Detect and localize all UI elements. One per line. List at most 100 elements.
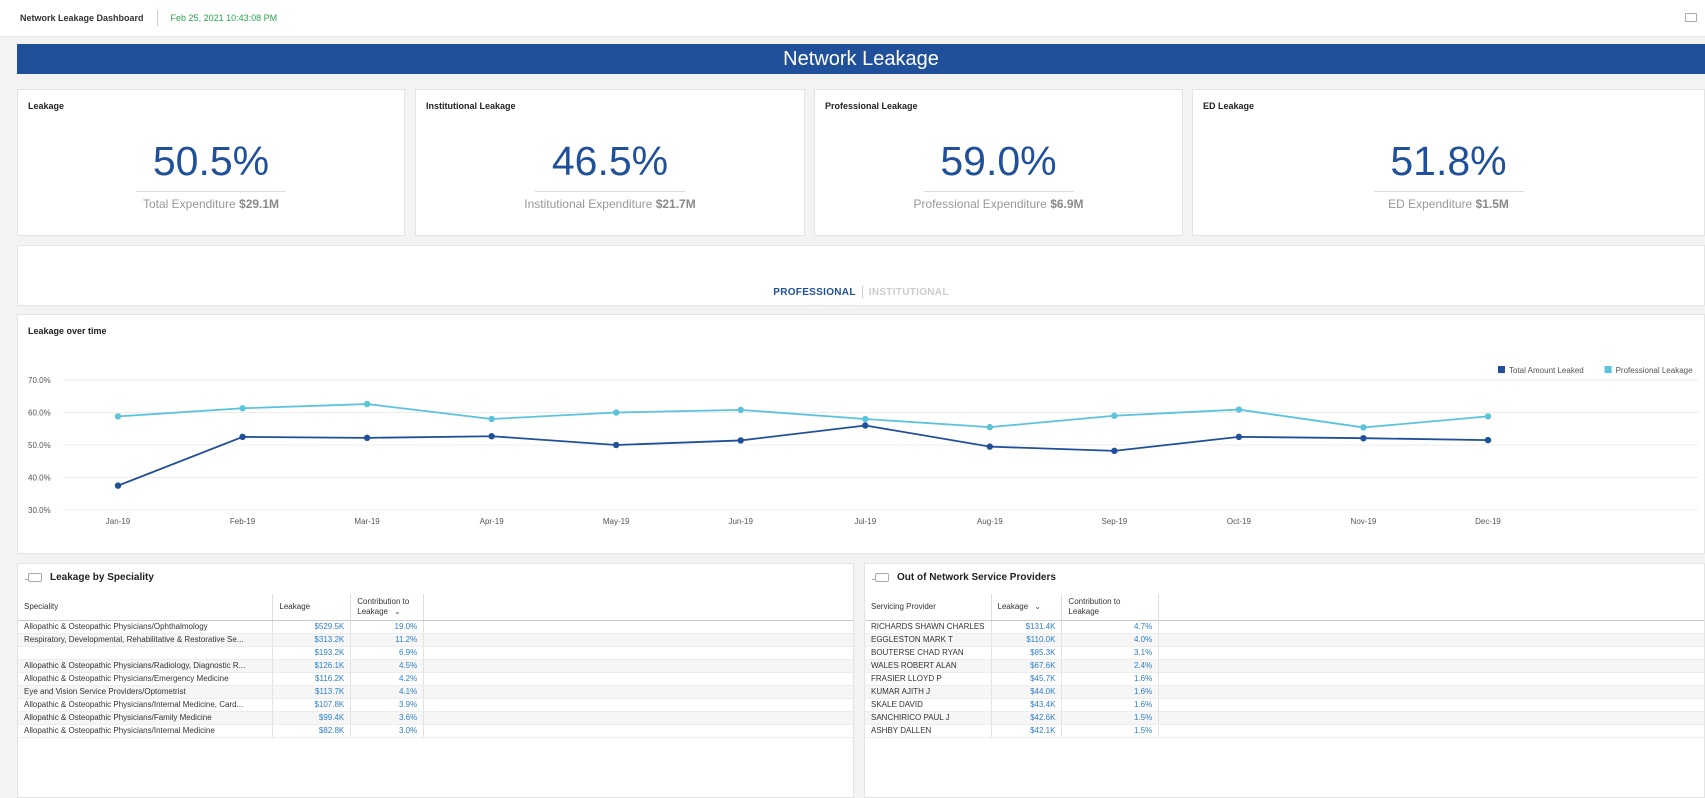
cell-filler (423, 711, 853, 725)
table-row[interactable]: Allopathic & Osteopathic Physicians/Emer… (18, 672, 853, 686)
tab-divider (861, 286, 863, 298)
table-row[interactable]: SKALE DAVID $43.4K 1.6% (865, 698, 1704, 712)
cell-leakage: $193.2K (272, 646, 352, 660)
kpi-subtext: Professional Expenditure $6.9M (815, 197, 1182, 211)
fullscreen-icon[interactable] (1685, 13, 1697, 22)
table-row[interactable]: $193.2K 6.9% (18, 646, 853, 660)
column-header-servicing-provider[interactable]: Servicing Provider (865, 594, 992, 621)
cell-name: Allopathic & Osteopathic Physicians/Opht… (18, 620, 274, 634)
cell-name: Allopathic & Osteopathic Physicians/Fami… (18, 711, 274, 725)
cell-name: Allopathic & Osteopathic Physicians/Emer… (18, 672, 274, 686)
kpi-card-ed: ED Leakage 51.8% ED Expenditure $1.5M (1192, 89, 1705, 236)
kpi-subtext: Institutional Expenditure $21.7M (416, 197, 804, 211)
table-row[interactable]: Allopathic & Osteopathic Physicians/Radi… (18, 659, 853, 673)
cell-filler (423, 724, 853, 738)
cell-leakage: $42.1K (991, 724, 1063, 738)
leakage-over-time-card: Leakage over time 70.0% 60.0% 50.0% 40.0% 30… (17, 314, 1705, 554)
column-header-leakage[interactable]: Leakage ⌄ (991, 594, 1063, 621)
cell-filler (1158, 698, 1704, 712)
table-row[interactable]: RICHARDS SHAWN CHARLES $131.4K 4.7% (865, 620, 1704, 634)
table-row[interactable]: Allopathic & Osteopathic Physicians/Opht… (18, 620, 853, 634)
column-header-speciality[interactable]: Speciality (18, 594, 274, 621)
top-bar: Network Leakage Dashboard Feb 25, 2021 1… (0, 0, 1705, 37)
dashboard-content: Network Leakage Leakage 50.5% Total Expe… (17, 37, 1705, 798)
table-row[interactable]: EGGLESTON MARK T $110.0K 4.0% (865, 633, 1704, 647)
cell-filler (423, 620, 853, 634)
cell-contribution: 4.5% (350, 659, 425, 673)
data-point (737, 437, 744, 444)
data-point (1235, 406, 1243, 413)
table-row[interactable]: Allopathic & Osteopathic Physicians/Inte… (18, 698, 853, 712)
cell-leakage: $126.1K (272, 659, 352, 673)
kpi-label: ED Leakage (1203, 101, 1255, 111)
cell-leakage: $313.2K (272, 633, 352, 647)
cell-contribution: 1.5% (1061, 711, 1160, 725)
cell-name (18, 646, 274, 660)
column-header-contribution[interactable]: Contribution to Leakage ⌄ (350, 594, 425, 621)
cell-filler (1158, 633, 1704, 647)
data-point (1360, 424, 1367, 431)
timestamp: Feb 25, 2021 10:43:08 PM (170, 13, 278, 23)
kpi-card-leakage: Leakage 50.5% Total Expenditure $29.1M (17, 89, 405, 236)
leakage-type-tabs: PROFESSIONAL INSTITUTIONAL (17, 245, 1705, 306)
providers-title: Out of Network Service Providers (897, 572, 1056, 583)
table-row[interactable]: Eye and Vision Service Providers/Optomet… (18, 685, 853, 699)
cell-filler (423, 646, 853, 660)
data-point (114, 482, 122, 489)
table-row[interactable]: Allopathic & Osteopathic Physicians/Fami… (18, 711, 853, 725)
kpi-subtext: ED Expenditure $1.5M (1193, 197, 1704, 211)
cell-leakage: $42.6K (991, 711, 1063, 725)
data-point (1235, 433, 1243, 441)
x-tick-label: Jul-19 (854, 517, 876, 526)
x-tick-label: Aug-19 (977, 517, 1003, 526)
x-tick-label: Apr-19 (480, 517, 505, 526)
cell-contribution: 19.0% (350, 620, 425, 634)
cell-name: Eye and Vision Service Providers/Optomet… (18, 685, 274, 699)
column-header-contribution[interactable]: Contribution to Leakage (1061, 594, 1160, 621)
chart-toggle-icon[interactable] (872, 573, 889, 582)
cell-contribution: 3.1% (1061, 646, 1160, 660)
legend-swatch (1604, 366, 1612, 373)
data-point (488, 415, 495, 423)
cell-leakage: $45.7K (991, 672, 1063, 686)
speciality-title: Leakage by Speciality (50, 572, 154, 583)
data-point (114, 413, 122, 420)
chart-toggle-icon[interactable] (25, 573, 42, 582)
cell-filler (423, 672, 853, 686)
chevron-down-icon[interactable]: ⌄ (394, 607, 401, 616)
dashboard-page: Network Leakage Dashboard Feb 25, 2021 1… (0, 0, 1705, 798)
x-tick-label: Oct-19 (1227, 517, 1252, 526)
cell-leakage: $85.3K (991, 646, 1063, 660)
table-row[interactable]: Respiratory, Developmental, Rehabilitati… (18, 633, 853, 647)
cell-name: BOUTERSE CHAD RYAN (865, 646, 992, 660)
legend-label: Professional Leakage (1616, 366, 1693, 375)
cell-filler (423, 633, 853, 647)
table-row[interactable]: KUMAR AJITH J $44.0K 1.6% (865, 685, 1704, 699)
x-tick-label: Mar-19 (354, 517, 380, 526)
data-point (612, 409, 620, 416)
data-point (1111, 412, 1118, 419)
chevron-down-icon[interactable]: ⌄ (1034, 602, 1041, 611)
table-row[interactable]: ASHBY DALLEN $42.1K 1.5% (865, 724, 1704, 738)
x-tick-label: Jun-19 (728, 517, 753, 526)
table-row[interactable]: SANCHIRICO PAUL J $42.6K 1.5% (865, 711, 1704, 725)
tab-institutional[interactable]: INSTITUTIONAL (869, 287, 949, 298)
series-line (117, 424, 1489, 487)
cell-filler (1158, 711, 1704, 725)
kpi-card-professional: Professional Leakage 59.0% Professional … (814, 89, 1183, 236)
table-row[interactable]: WALES ROBERT ALAN $67.6K 2.4% (865, 659, 1704, 673)
cell-name: Respiratory, Developmental, Rehabilitati… (18, 633, 274, 647)
cell-contribution: 4.2% (350, 672, 425, 686)
kpi-card-institutional: Institutional Leakage 46.5% Institutiona… (415, 89, 805, 236)
table-row[interactable]: BOUTERSE CHAD RYAN $85.3K 3.1% (865, 646, 1704, 660)
table-row[interactable]: Allopathic & Osteopathic Physicians/Inte… (18, 724, 853, 738)
data-point (363, 400, 371, 408)
page-banner: Network Leakage (17, 44, 1705, 74)
kpi-sub-value: $21.7M (655, 197, 696, 211)
table-row[interactable]: FRASIER LLOYD P $45.7K 1.6% (865, 672, 1704, 686)
column-header-leakage[interactable]: Leakage (272, 594, 352, 621)
kpi-label: Institutional Leakage (426, 101, 516, 111)
tab-professional[interactable]: PROFESSIONAL (773, 287, 856, 298)
kpi-value: 59.0% (940, 138, 1057, 184)
data-point (239, 405, 246, 412)
